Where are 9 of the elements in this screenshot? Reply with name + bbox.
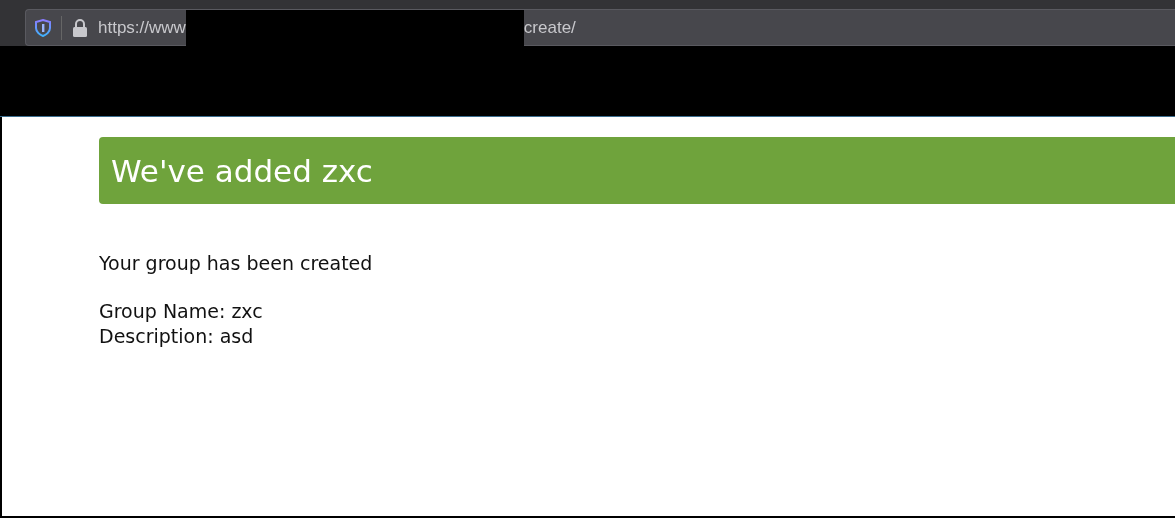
lock-icon (72, 18, 88, 37)
detail-line: Group Name: zxc (99, 299, 264, 324)
success-alert: We've added zxc (99, 137, 1175, 204)
confirmation-message: Your group has been created (99, 252, 374, 274)
address-bar[interactable]: https://www create/ (25, 9, 1175, 46)
url-text: create/ (523, 17, 576, 38)
shield-icon[interactable] (35, 18, 51, 37)
detail-line: Description: asd (99, 324, 255, 349)
url-text: https://www (98, 17, 186, 38)
